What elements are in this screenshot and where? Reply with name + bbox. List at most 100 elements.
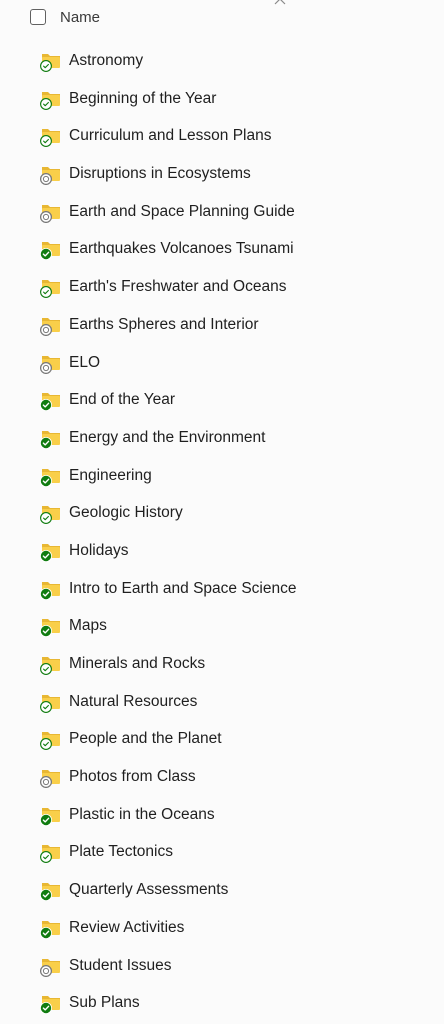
folder-row[interactable]: Sub Plans [0, 984, 444, 1022]
folder-row[interactable]: Energy and the Environment [0, 419, 444, 457]
folder-icon [40, 994, 64, 1015]
cloud-only-icon [40, 964, 52, 977]
folder-icon [40, 730, 64, 751]
folder-icon [40, 52, 64, 72]
cloud-only-icon [40, 173, 52, 186]
folder-row[interactable]: Intro to Earth and Space Science [0, 570, 444, 608]
folder-name: Geologic History [69, 504, 183, 522]
folder-icon [40, 806, 64, 826]
folder-name: Earth's Freshwater and Oceans [69, 278, 287, 296]
folder-icon [40, 240, 64, 261]
folder-row[interactable]: Plate Tectonics [0, 833, 444, 871]
available-check-icon [40, 97, 52, 110]
available-check-icon [40, 851, 52, 864]
folder-name: Review Activities [69, 918, 185, 936]
folder-name: Disruptions in Ecosystems [69, 165, 251, 183]
folder-icon [40, 881, 64, 902]
folder-name: Sub Plans [69, 994, 140, 1012]
folder-name: Minerals and Rocks [69, 655, 206, 672]
folder-icon [40, 542, 64, 562]
folder-row[interactable]: Holidays [0, 532, 444, 570]
cloud-only-icon [40, 323, 52, 336]
folder-row[interactable]: Geologic History [0, 494, 444, 532]
folder-icon [40, 391, 64, 412]
folder-row[interactable]: Plastic in the Oceans [0, 796, 444, 834]
cloud-only-icon [40, 210, 52, 223]
synced-check-icon [40, 399, 52, 412]
folder-name: Engineering [69, 466, 152, 484]
folder-row[interactable]: Quarterly Assessments [0, 871, 444, 909]
folder-name: People and the Planet [69, 730, 222, 748]
folder-name: Plastic in the Oceans [69, 805, 215, 823]
folder-row[interactable]: Review Activities [0, 909, 444, 947]
folder-row[interactable]: People and the Planet [0, 720, 444, 758]
folder-name: Astronomy [69, 52, 144, 69]
name-column-header[interactable]: Name [60, 8, 100, 28]
folder-row[interactable]: Beginning of the Year [0, 80, 444, 118]
folder-row[interactable]: Maps [0, 607, 444, 645]
folder-name: Holidays [69, 541, 129, 559]
folder-name: Quarterly Assessments [69, 881, 229, 899]
synced-check-icon [40, 625, 52, 638]
synced-check-icon [40, 889, 52, 902]
folder-icon [40, 693, 64, 713]
folder-list: Astronomy Beginning of the Year Curriculum… [0, 42, 444, 1022]
folder-row[interactable]: ELO [0, 344, 444, 382]
folder-row[interactable]: Photos from Class [0, 758, 444, 796]
folder-name: Photos from Class [69, 768, 196, 786]
folder-name: Earth and Space Planning Guide [69, 202, 295, 220]
available-check-icon [40, 738, 52, 751]
folder-row[interactable]: Minerals and Rocks [0, 645, 444, 683]
synced-check-icon [40, 926, 52, 939]
folder-icon [40, 127, 64, 148]
available-check-icon [40, 663, 52, 675]
folder-row[interactable]: Natural Resources [0, 683, 444, 721]
folder-row[interactable]: Disruptions in Ecosystems [0, 155, 444, 193]
folder-icon [40, 957, 64, 977]
synced-check-icon [40, 474, 52, 487]
folder-icon [40, 919, 64, 939]
available-check-icon [40, 286, 52, 299]
folder-name: Student Issues [69, 956, 172, 974]
folder-name: Maps [69, 617, 107, 635]
folder-icon [40, 165, 64, 186]
folder-icon [40, 203, 64, 223]
folder-name: End of the Year [69, 391, 176, 409]
folder-name: Natural Resources [69, 692, 198, 710]
folder-icon [40, 90, 64, 110]
folder-icon [40, 768, 64, 789]
folder-icon [40, 580, 64, 600]
cloud-only-icon [40, 361, 52, 374]
folder-row[interactable]: Earth and Space Planning Guide [0, 193, 444, 231]
synced-check-icon [40, 436, 52, 449]
folder-name: Beginning of the Year [69, 89, 217, 107]
folder-icon [40, 429, 64, 449]
folder-icon [40, 278, 64, 299]
folder-row[interactable]: Earths Spheres and Interior [0, 306, 444, 344]
folder-row[interactable]: Earthquakes Volcanoes Tsunami [0, 230, 444, 268]
synced-check-icon [40, 248, 52, 261]
folder-row[interactable]: Earth's Freshwater and Oceans [0, 268, 444, 306]
folder-icon [40, 617, 64, 638]
available-check-icon [40, 512, 52, 525]
synced-check-icon [40, 813, 52, 826]
folder-name: Curriculum and Lesson Plans [69, 127, 272, 145]
folder-row[interactable]: Curriculum and Lesson Plans [0, 117, 444, 155]
folder-row[interactable]: Astronomy [0, 42, 444, 80]
chevron-up-icon[interactable] [273, 0, 287, 5]
synced-check-icon [40, 1002, 52, 1015]
cloud-only-icon [40, 776, 52, 789]
folder-icon [40, 467, 64, 487]
synced-check-icon [40, 587, 52, 600]
available-check-icon [40, 700, 52, 713]
folder-name: Earthquakes Volcanoes Tsunami [69, 240, 294, 258]
folder-icon [40, 843, 64, 864]
folder-row[interactable]: End of the Year [0, 381, 444, 419]
folder-row[interactable]: Student Issues [0, 947, 444, 985]
select-all-checkbox[interactable] [30, 9, 46, 25]
folder-row[interactable]: Engineering [0, 457, 444, 495]
folder-icon [40, 504, 64, 525]
available-check-icon [40, 60, 52, 72]
synced-check-icon [40, 549, 52, 562]
folder-icon [40, 316, 64, 336]
